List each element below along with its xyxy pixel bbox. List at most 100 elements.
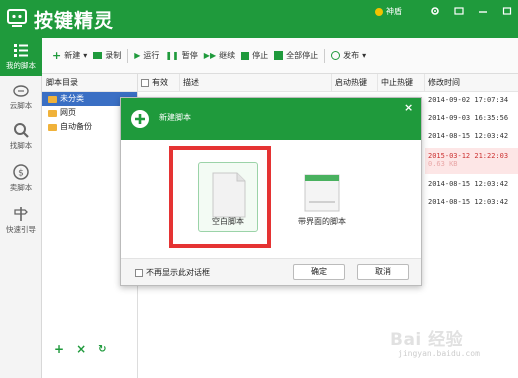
- camera-icon: [93, 52, 103, 59]
- publish-label: 发布: [343, 51, 360, 60]
- table-row-time: 2014-08-15 12:03:42: [428, 198, 509, 206]
- settings-icon[interactable]: [428, 4, 442, 18]
- app-logo-icon: [6, 7, 28, 29]
- dialog-footer: 不再显示此对话框 确定 取消: [121, 258, 421, 285]
- selected-row-size: 0.63 KB: [428, 160, 458, 168]
- ui-script-label: 带界面的脚本: [298, 217, 346, 226]
- cancel-button[interactable]: 取消: [357, 264, 409, 280]
- folder-icon: [48, 95, 57, 103]
- blank-script-label: 空白脚本: [212, 217, 244, 226]
- user-label: 神盾: [386, 7, 402, 16]
- dialog-title: 新建脚本: [159, 113, 191, 122]
- column-valid-label: 有效: [152, 77, 168, 87]
- delete-folder-icon[interactable]: ×: [76, 342, 86, 356]
- resume-label: 继续: [219, 51, 236, 60]
- title-bar: 按键精灵 神盾: [0, 0, 518, 38]
- watermark: Bai 经验 jingyan.baidu.com: [390, 325, 510, 365]
- plus-icon: +: [52, 49, 62, 62]
- nav-label: 我的脚本: [6, 61, 36, 70]
- chevron-down-icon: ▾: [83, 51, 88, 60]
- watermark-logo: Bai 经验: [390, 330, 464, 350]
- nav-label: 卖脚本: [9, 183, 33, 192]
- stop-icon: [241, 51, 250, 60]
- app-title: 按键精灵: [34, 10, 115, 32]
- maximize-icon[interactable]: [500, 4, 514, 18]
- stop-all-icon: [274, 51, 284, 60]
- column-start-hotkey[interactable]: 启动热键: [332, 74, 378, 91]
- publish-button[interactable]: 发布 ▾: [331, 50, 366, 61]
- list-icon: [14, 44, 28, 57]
- column-description[interactable]: 描述: [180, 74, 332, 91]
- pause-icon: ❚❚: [165, 51, 179, 60]
- watermark-url: jingyan.baidu.com: [398, 349, 480, 358]
- nav-item-my-scripts[interactable]: 我的脚本: [0, 38, 42, 76]
- close-icon[interactable]: ×: [404, 101, 413, 114]
- folder-icon: [48, 123, 57, 131]
- minimize-icon[interactable]: [476, 4, 490, 18]
- tree-item-label: 网页: [60, 108, 76, 117]
- nav-item-sell-scripts[interactable]: $ 卖脚本: [0, 160, 42, 198]
- dont-show-checkbox[interactable]: [135, 268, 143, 277]
- dont-show-again[interactable]: 不再显示此对话框: [135, 267, 210, 278]
- column-modified-time[interactable]: 修改时间: [425, 74, 518, 91]
- record-button[interactable]: 录制: [93, 50, 121, 61]
- tree-actions: + × ↻: [42, 338, 138, 360]
- toolbar: + 新建 ▾ 录制 ▶ 运行 ❚❚ 暂停 ▶▶ 继续 停止 全部停止 发布 ▾: [42, 38, 518, 74]
- left-nav: 我的脚本 云脚本 找脚本 $ 卖脚本 快速引导: [0, 38, 42, 378]
- chevron-down-icon: ▾: [362, 51, 367, 60]
- cloud-icon: [13, 85, 29, 97]
- tree-header: 脚本目录: [42, 74, 137, 92]
- dialog-body: 空白脚本 带界面的脚本: [121, 140, 421, 258]
- nav-item-quick-guide[interactable]: 快速引导: [0, 202, 42, 240]
- run-label: 运行: [143, 51, 160, 60]
- svg-text:$: $: [18, 169, 24, 179]
- table-row-time-selected: 2015-03-12 21:22:03 0.63 KB: [425, 148, 518, 174]
- nav-label: 找脚本: [9, 141, 33, 150]
- column-valid[interactable]: 有效: [138, 74, 180, 91]
- user-status-icon: [375, 7, 383, 16]
- fast-forward-icon: ▶▶: [203, 51, 217, 60]
- skin-icon[interactable]: [452, 4, 466, 18]
- publish-icon: [331, 51, 341, 60]
- nav-item-cloud-scripts[interactable]: 云脚本: [0, 78, 42, 116]
- nav-item-find-scripts[interactable]: 找脚本: [0, 118, 42, 156]
- nav-label: 快速引导: [6, 225, 36, 234]
- stop-label: 停止: [252, 51, 269, 60]
- search-icon: [14, 123, 29, 138]
- table-row-time: 2014-08-15 12:03:42: [428, 180, 509, 188]
- add-folder-icon[interactable]: +: [54, 342, 64, 356]
- ok-button[interactable]: 确定: [293, 264, 345, 280]
- table-header: 有效 描述 启动热键 中止热键 修改时间: [138, 74, 518, 92]
- table-row-time: 2014-08-15 12:03:42: [428, 132, 509, 140]
- stop-all-label: 全部停止: [286, 51, 319, 60]
- pause-button[interactable]: ❚❚ 暂停: [165, 50, 197, 61]
- folder-icon: [48, 109, 57, 117]
- record-label: 录制: [105, 51, 122, 60]
- resume-button[interactable]: ▶▶ 继续: [204, 50, 235, 61]
- refresh-icon[interactable]: ↻: [98, 344, 106, 355]
- table-row-time: 2014-09-02 17:07:34: [428, 96, 509, 104]
- signpost-icon: [14, 207, 28, 221]
- new-script-dialog: 新建脚本 × 空白脚本 带界面的脚本 不再显示此对话框 确定 取消: [120, 97, 422, 286]
- dialog-header: 新建脚本 ×: [121, 98, 421, 140]
- table-row-time: 2014-09-03 16:35:56: [428, 114, 509, 122]
- new-label: 新建: [64, 51, 81, 60]
- new-button[interactable]: + 新建 ▾: [52, 49, 87, 62]
- toolbar-divider: [127, 48, 129, 63]
- play-icon: ▶: [134, 51, 141, 60]
- dollar-icon: $: [13, 164, 29, 180]
- toolbar-divider: [324, 48, 326, 63]
- stop-all-button[interactable]: 全部停止: [274, 50, 318, 61]
- select-all-checkbox[interactable]: [141, 78, 149, 87]
- window-controls: [428, 4, 514, 18]
- user-badge[interactable]: 神盾: [375, 6, 402, 17]
- selected-row-time: 2015-03-12 21:22:03: [428, 152, 509, 160]
- run-button[interactable]: ▶ 运行: [134, 50, 159, 61]
- pause-label: 暂停: [181, 51, 198, 60]
- nav-label: 云脚本: [9, 101, 33, 110]
- tree-item-label: 自动备份: [60, 122, 92, 131]
- app-window: 按键精灵 神盾 我的脚本 云脚本 找脚本 $ 卖脚本 快速引导 + 新建 ▾ 录…: [0, 0, 518, 378]
- stop-button[interactable]: 停止: [241, 50, 268, 61]
- column-stop-hotkey[interactable]: 中止热键: [378, 74, 425, 91]
- tree-item-label: 未分类: [60, 94, 84, 103]
